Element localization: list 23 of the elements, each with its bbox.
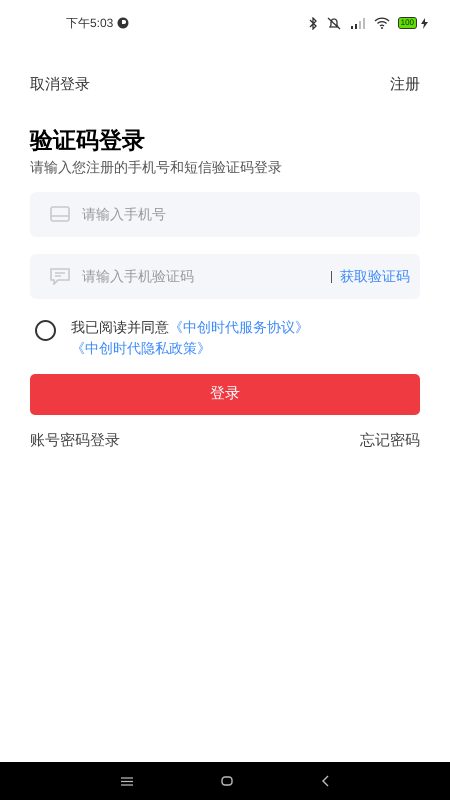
agreement-checkbox[interactable] (35, 320, 56, 340)
agreement-text: 我已阅读并同意《中创时代服务协议》 《中创时代隐私政策》 (71, 318, 310, 358)
status-app-icon (117, 17, 130, 29)
battery-indicator: 100 (398, 17, 417, 29)
home-icon[interactable] (221, 776, 233, 786)
signal-icon (350, 18, 366, 28)
page-title: 验证码登录 (30, 126, 146, 154)
message-icon (50, 268, 70, 284)
status-time: 下午5:03 (66, 15, 114, 32)
phone-field[interactable]: 请输入手机号 (30, 192, 420, 236)
charging-icon (421, 18, 428, 28)
mute-icon (326, 16, 342, 30)
bluetooth-icon (308, 16, 318, 30)
wifi-icon (374, 17, 390, 29)
menu-icon[interactable] (121, 776, 133, 786)
password-login-link[interactable]: 账号密码登录 (30, 430, 120, 452)
back-icon[interactable] (321, 775, 329, 787)
cancel-login-button[interactable]: 取消登录 (30, 74, 90, 96)
forgot-password-link[interactable]: 忘记密码 (360, 430, 420, 452)
page-subtitle: 请输入您注册的手机号和短信验证码登录 (30, 158, 283, 176)
phone-icon (50, 206, 70, 222)
login-button[interactable]: 登录 (30, 374, 420, 414)
register-button[interactable]: 注册 (390, 74, 420, 96)
